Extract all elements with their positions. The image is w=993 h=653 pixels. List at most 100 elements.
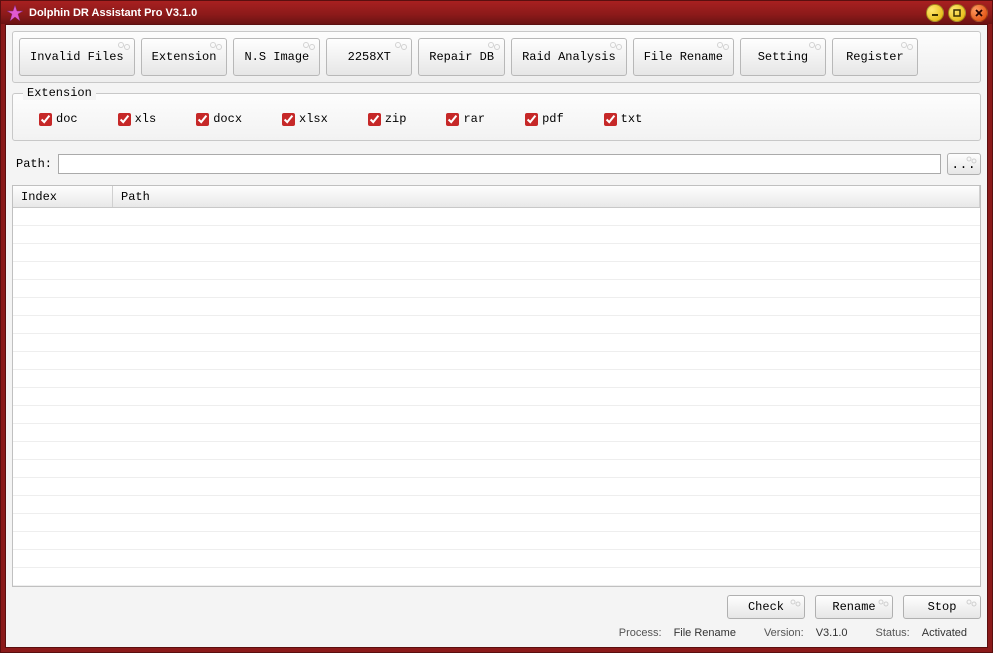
extension-label: docx (213, 112, 242, 126)
maximize-button[interactable] (948, 4, 966, 22)
table-row[interactable] (13, 478, 980, 496)
extension-group: Extension docxlsdocxxlsxziprarpdftxt (12, 93, 981, 141)
stop-button[interactable]: Stop (903, 595, 981, 619)
extension-xlsx[interactable]: xlsx (282, 112, 328, 126)
toolbar-button-register[interactable]: Register (832, 38, 918, 76)
table-row[interactable] (13, 226, 980, 244)
version-value: V3.1.0 (816, 627, 848, 639)
table-header: Index Path (13, 186, 980, 208)
decoration-icon (117, 41, 131, 51)
toolbar-button-label: N.S Image (244, 50, 309, 64)
decoration-icon (209, 41, 223, 51)
toolbar-button-label: Extension (152, 50, 217, 64)
extension-zip[interactable]: zip (368, 112, 407, 126)
table-row[interactable] (13, 262, 980, 280)
process-value: File Rename (674, 627, 736, 639)
toolbar-button-setting[interactable]: Setting (740, 38, 826, 76)
extension-checkbox-rar[interactable] (446, 113, 459, 126)
toolbar-button-file-rename[interactable]: File Rename (633, 38, 734, 76)
close-button[interactable] (970, 4, 988, 22)
version-label: Version: (764, 627, 804, 639)
extension-checkbox-xlsx[interactable] (282, 113, 295, 126)
table-row[interactable] (13, 532, 980, 550)
decoration-icon (487, 41, 501, 51)
titlebar[interactable]: Dolphin DR Assistant Pro V3.1.0 (1, 1, 992, 24)
table-row[interactable] (13, 442, 980, 460)
status-version: Version: V3.1.0 (764, 627, 848, 639)
app-window: Dolphin DR Assistant Pro V3.1.0 Invalid … (0, 0, 993, 653)
check-button[interactable]: Check (727, 595, 805, 619)
minimize-button[interactable] (926, 4, 944, 22)
statusbar: Process: File Rename Version: V3.1.0 Sta… (12, 619, 981, 641)
column-index[interactable]: Index (13, 186, 113, 207)
toolbar-button-extension[interactable]: Extension (141, 38, 228, 76)
extension-txt[interactable]: txt (604, 112, 643, 126)
rename-label: Rename (832, 600, 875, 614)
extension-row: doc xls docx xlsx zip rar pdf txt (25, 112, 968, 126)
table-row[interactable] (13, 424, 980, 442)
window-title: Dolphin DR Assistant Pro V3.1.0 (29, 7, 926, 19)
toolbar-button-repair-db[interactable]: Repair DB (418, 38, 505, 76)
status-state: Status: Activated (876, 627, 968, 639)
extension-checkbox-doc[interactable] (39, 113, 52, 126)
toolbar-button-n-s-image[interactable]: N.S Image (233, 38, 320, 76)
browse-button[interactable]: ... (947, 153, 981, 175)
extension-label: zip (385, 112, 407, 126)
extension-xls[interactable]: xls (118, 112, 157, 126)
extension-checkbox-pdf[interactable] (525, 113, 538, 126)
rename-button[interactable]: Rename (815, 595, 893, 619)
extension-docx[interactable]: docx (196, 112, 242, 126)
table-row[interactable] (13, 496, 980, 514)
table-row[interactable] (13, 298, 980, 316)
toolbar-button-label: Raid Analysis (522, 50, 616, 64)
decoration-icon (900, 41, 914, 51)
toolbar-button-label: File Rename (644, 50, 723, 64)
table-body[interactable] (13, 208, 980, 586)
table-row[interactable] (13, 352, 980, 370)
decoration-icon (716, 41, 730, 51)
client-area: Invalid Files Extension N.S Image 2258XTRep… (5, 24, 988, 648)
table-row[interactable] (13, 388, 980, 406)
extension-doc[interactable]: doc (39, 112, 78, 126)
column-path[interactable]: Path (113, 186, 980, 207)
table-row[interactable] (13, 334, 980, 352)
table-row[interactable] (13, 316, 980, 334)
extension-checkbox-docx[interactable] (196, 113, 209, 126)
extension-checkbox-zip[interactable] (368, 113, 381, 126)
table-row[interactable] (13, 244, 980, 262)
toolbar-button-label: Setting (758, 50, 808, 64)
status-label: Status: (876, 627, 910, 639)
results-table: Index Path (12, 185, 981, 587)
path-row: Path: ... (12, 153, 981, 175)
toolbar: Invalid Files Extension N.S Image 2258XTRep… (12, 31, 981, 83)
path-input[interactable] (58, 154, 941, 174)
table-row[interactable] (13, 370, 980, 388)
table-row[interactable] (13, 208, 980, 226)
status-value: Activated (922, 627, 967, 639)
toolbar-button-invalid-files[interactable]: Invalid Files (19, 38, 135, 76)
extension-rar[interactable]: rar (446, 112, 485, 126)
extension-label: rar (463, 112, 485, 126)
extension-label: txt (621, 112, 643, 126)
decoration-icon (808, 41, 822, 51)
toolbar-button-2258xt[interactable]: 2258XT (326, 38, 412, 76)
path-label: Path: (12, 157, 52, 171)
toolbar-button-raid-analysis[interactable]: Raid Analysis (511, 38, 627, 76)
stop-label: Stop (928, 600, 957, 614)
table-row[interactable] (13, 514, 980, 532)
toolbar-button-label: Invalid Files (30, 50, 124, 64)
table-row[interactable] (13, 406, 980, 424)
extension-label: xlsx (299, 112, 328, 126)
extension-legend: Extension (23, 86, 96, 100)
extension-label: pdf (542, 112, 564, 126)
action-buttons: Check Rename Stop (12, 595, 981, 619)
window-controls (926, 4, 988, 22)
table-row[interactable] (13, 568, 980, 586)
extension-checkbox-txt[interactable] (604, 113, 617, 126)
table-row[interactable] (13, 550, 980, 568)
table-row[interactable] (13, 280, 980, 298)
process-label: Process: (619, 627, 662, 639)
extension-checkbox-xls[interactable] (118, 113, 131, 126)
extension-pdf[interactable]: pdf (525, 112, 564, 126)
table-row[interactable] (13, 460, 980, 478)
